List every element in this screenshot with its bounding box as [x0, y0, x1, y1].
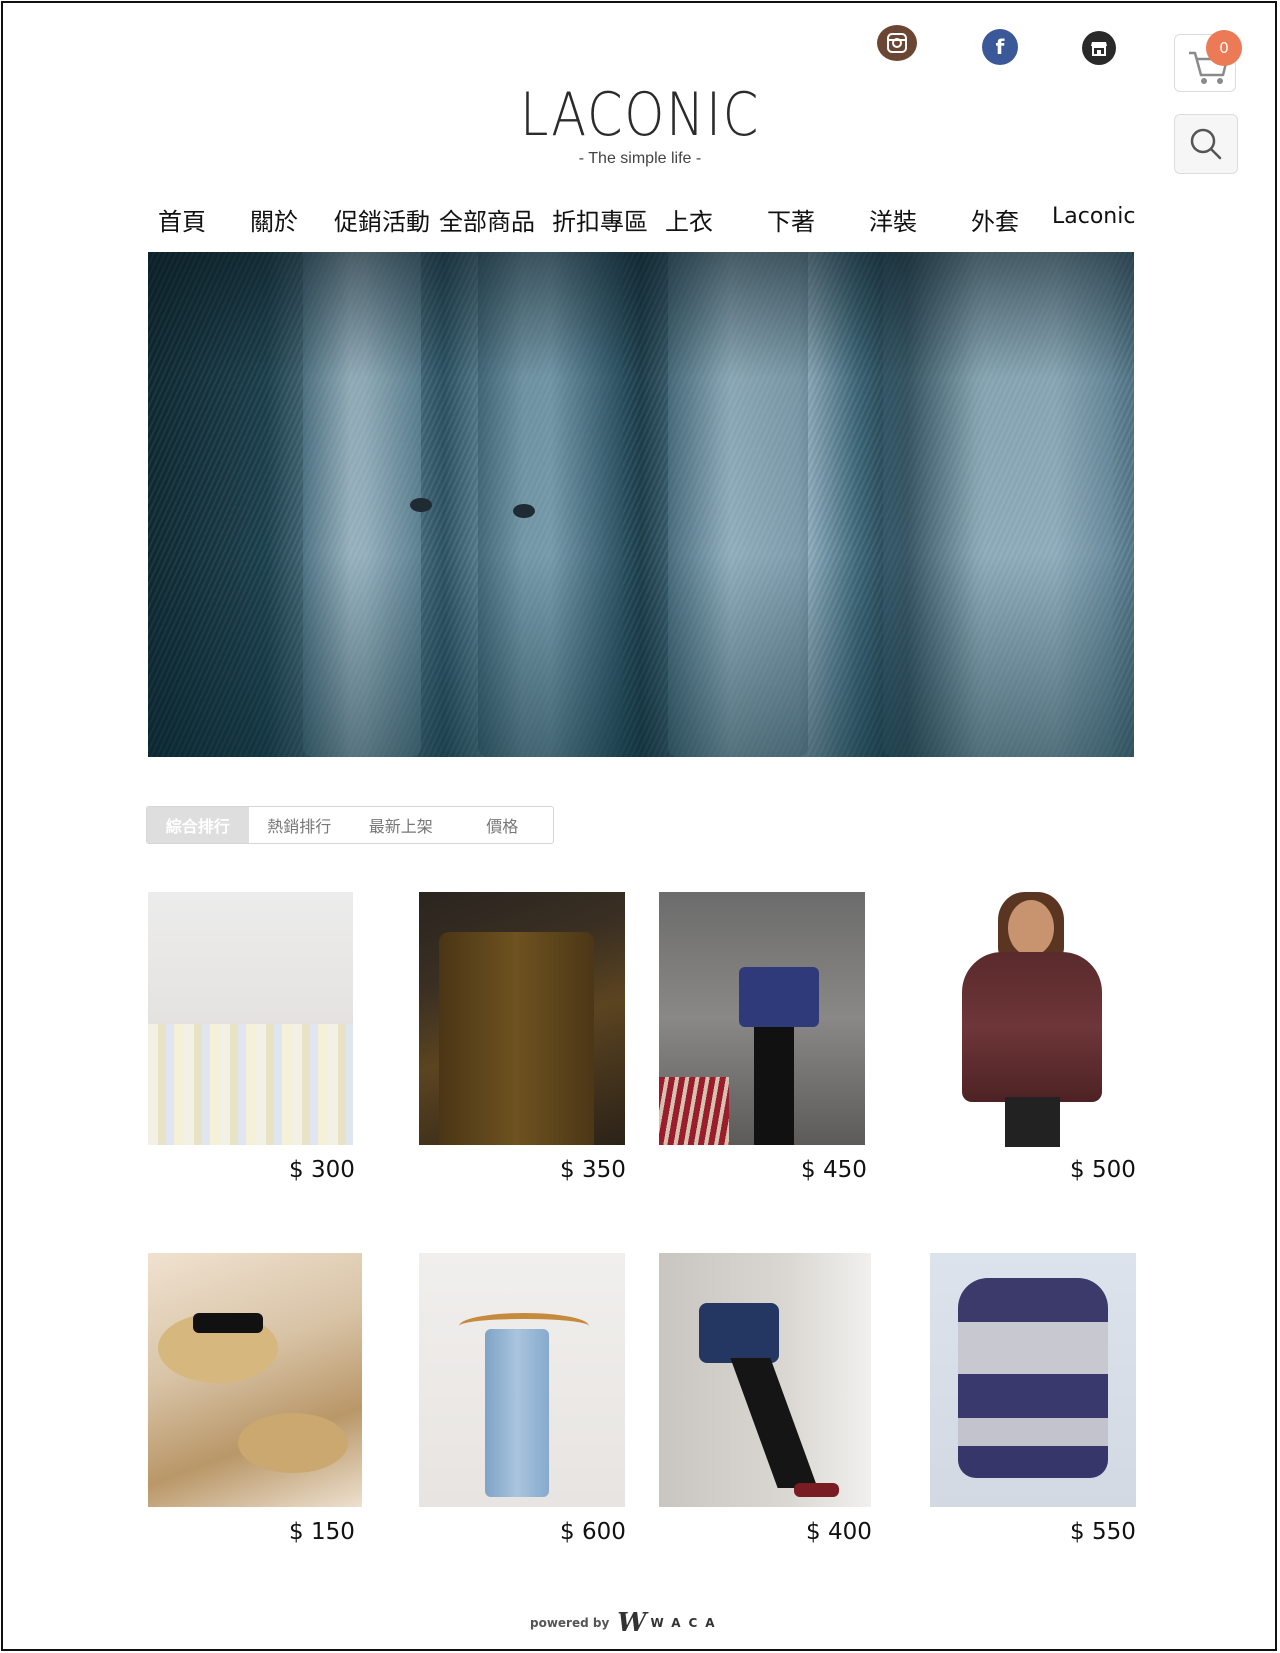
hat-band-shape	[193, 1313, 263, 1333]
product-image[interactable]	[930, 1253, 1136, 1507]
product-price: $ 400	[806, 1519, 872, 1545]
product-image[interactable]	[148, 1253, 362, 1507]
product-price: $ 450	[801, 1157, 867, 1183]
legs-shape	[754, 1027, 794, 1145]
product-image[interactable]	[148, 892, 353, 1145]
nav-item-tops[interactable]: 上衣	[665, 202, 713, 237]
footer-powered-by[interactable]: powered by W WACA	[530, 1608, 750, 1638]
hat-shape	[238, 1413, 348, 1473]
logo-tagline: - The simple life -	[578, 150, 702, 167]
product-price: $ 500	[1070, 1157, 1136, 1183]
product-price: $ 600	[560, 1519, 626, 1545]
jeans-shape	[485, 1329, 549, 1497]
footer-brand: WACA	[650, 1616, 723, 1630]
nav-item-all-products[interactable]: 全部商品	[439, 202, 535, 237]
product-image[interactable]	[419, 1253, 625, 1507]
search-button[interactable]	[1174, 114, 1238, 174]
nav-item-bottoms[interactable]: 下著	[767, 202, 815, 237]
product-price: $ 300	[289, 1157, 355, 1183]
logo-title: LACONIC	[519, 80, 761, 150]
sweater-shape	[958, 1278, 1108, 1478]
clothing-rack	[148, 1024, 353, 1145]
brand-logo[interactable]: LACONIC - The simple life -	[470, 82, 810, 168]
nav-item-dresses[interactable]: 洋裝	[869, 202, 917, 237]
tab-overall-ranking[interactable]: 綜合排行	[147, 807, 249, 843]
product-price: $ 350	[560, 1157, 626, 1183]
tab-price[interactable]: 價格	[452, 807, 554, 843]
pants-shape	[1005, 1097, 1060, 1147]
product-image[interactable]	[659, 1253, 871, 1507]
main-nav: 首頁 關於 促銷活動 全部商品 折扣專區 上衣 下著 洋裝 外套 Laconic	[148, 202, 1140, 238]
instagram-icon[interactable]	[877, 25, 917, 61]
shirt-shape	[439, 932, 594, 1145]
legs-shape	[730, 1358, 818, 1488]
tab-newest[interactable]: 最新上架	[350, 807, 452, 843]
search-icon	[1190, 128, 1222, 160]
nav-item-outerwear[interactable]: 外套	[971, 202, 1019, 237]
facebook-glyph: f	[995, 35, 1005, 59]
product-image[interactable]	[659, 892, 865, 1145]
facebook-icon[interactable]: f	[982, 29, 1018, 65]
nav-item-laconic[interactable]: Laconic	[1052, 204, 1135, 229]
blouse-shape	[699, 1303, 779, 1363]
store-icon[interactable]	[1082, 31, 1116, 65]
sort-tabs: 綜合排行 熱銷排行 最新上架 價格	[146, 806, 554, 844]
cart-count-badge: 0	[1206, 30, 1242, 66]
blouse-shape	[739, 967, 819, 1027]
waca-logo-icon: W	[617, 1608, 646, 1638]
shoe-shape	[794, 1483, 839, 1497]
nav-item-promotions[interactable]: 促銷活動	[334, 202, 430, 237]
store-glyph	[1091, 42, 1107, 56]
product-image[interactable]	[419, 892, 625, 1145]
nav-item-discounts[interactable]: 折扣專區	[552, 202, 648, 237]
product-image[interactable]	[930, 892, 1136, 1152]
instagram-glyph	[887, 33, 907, 53]
product-price: $ 550	[1070, 1519, 1136, 1545]
hero-banner-image[interactable]	[148, 252, 1134, 757]
head-shape	[1008, 900, 1054, 956]
nav-item-about[interactable]: 關於	[250, 202, 298, 237]
nav-item-home[interactable]: 首頁	[158, 202, 206, 237]
tab-best-selling[interactable]: 熱銷排行	[249, 807, 351, 843]
product-price: $ 150	[289, 1519, 355, 1545]
top-shape	[962, 952, 1102, 1102]
footer-powered-label: powered by	[530, 1616, 610, 1630]
chair-shape	[659, 1077, 729, 1145]
hero-shade-overlay	[148, 252, 1134, 757]
